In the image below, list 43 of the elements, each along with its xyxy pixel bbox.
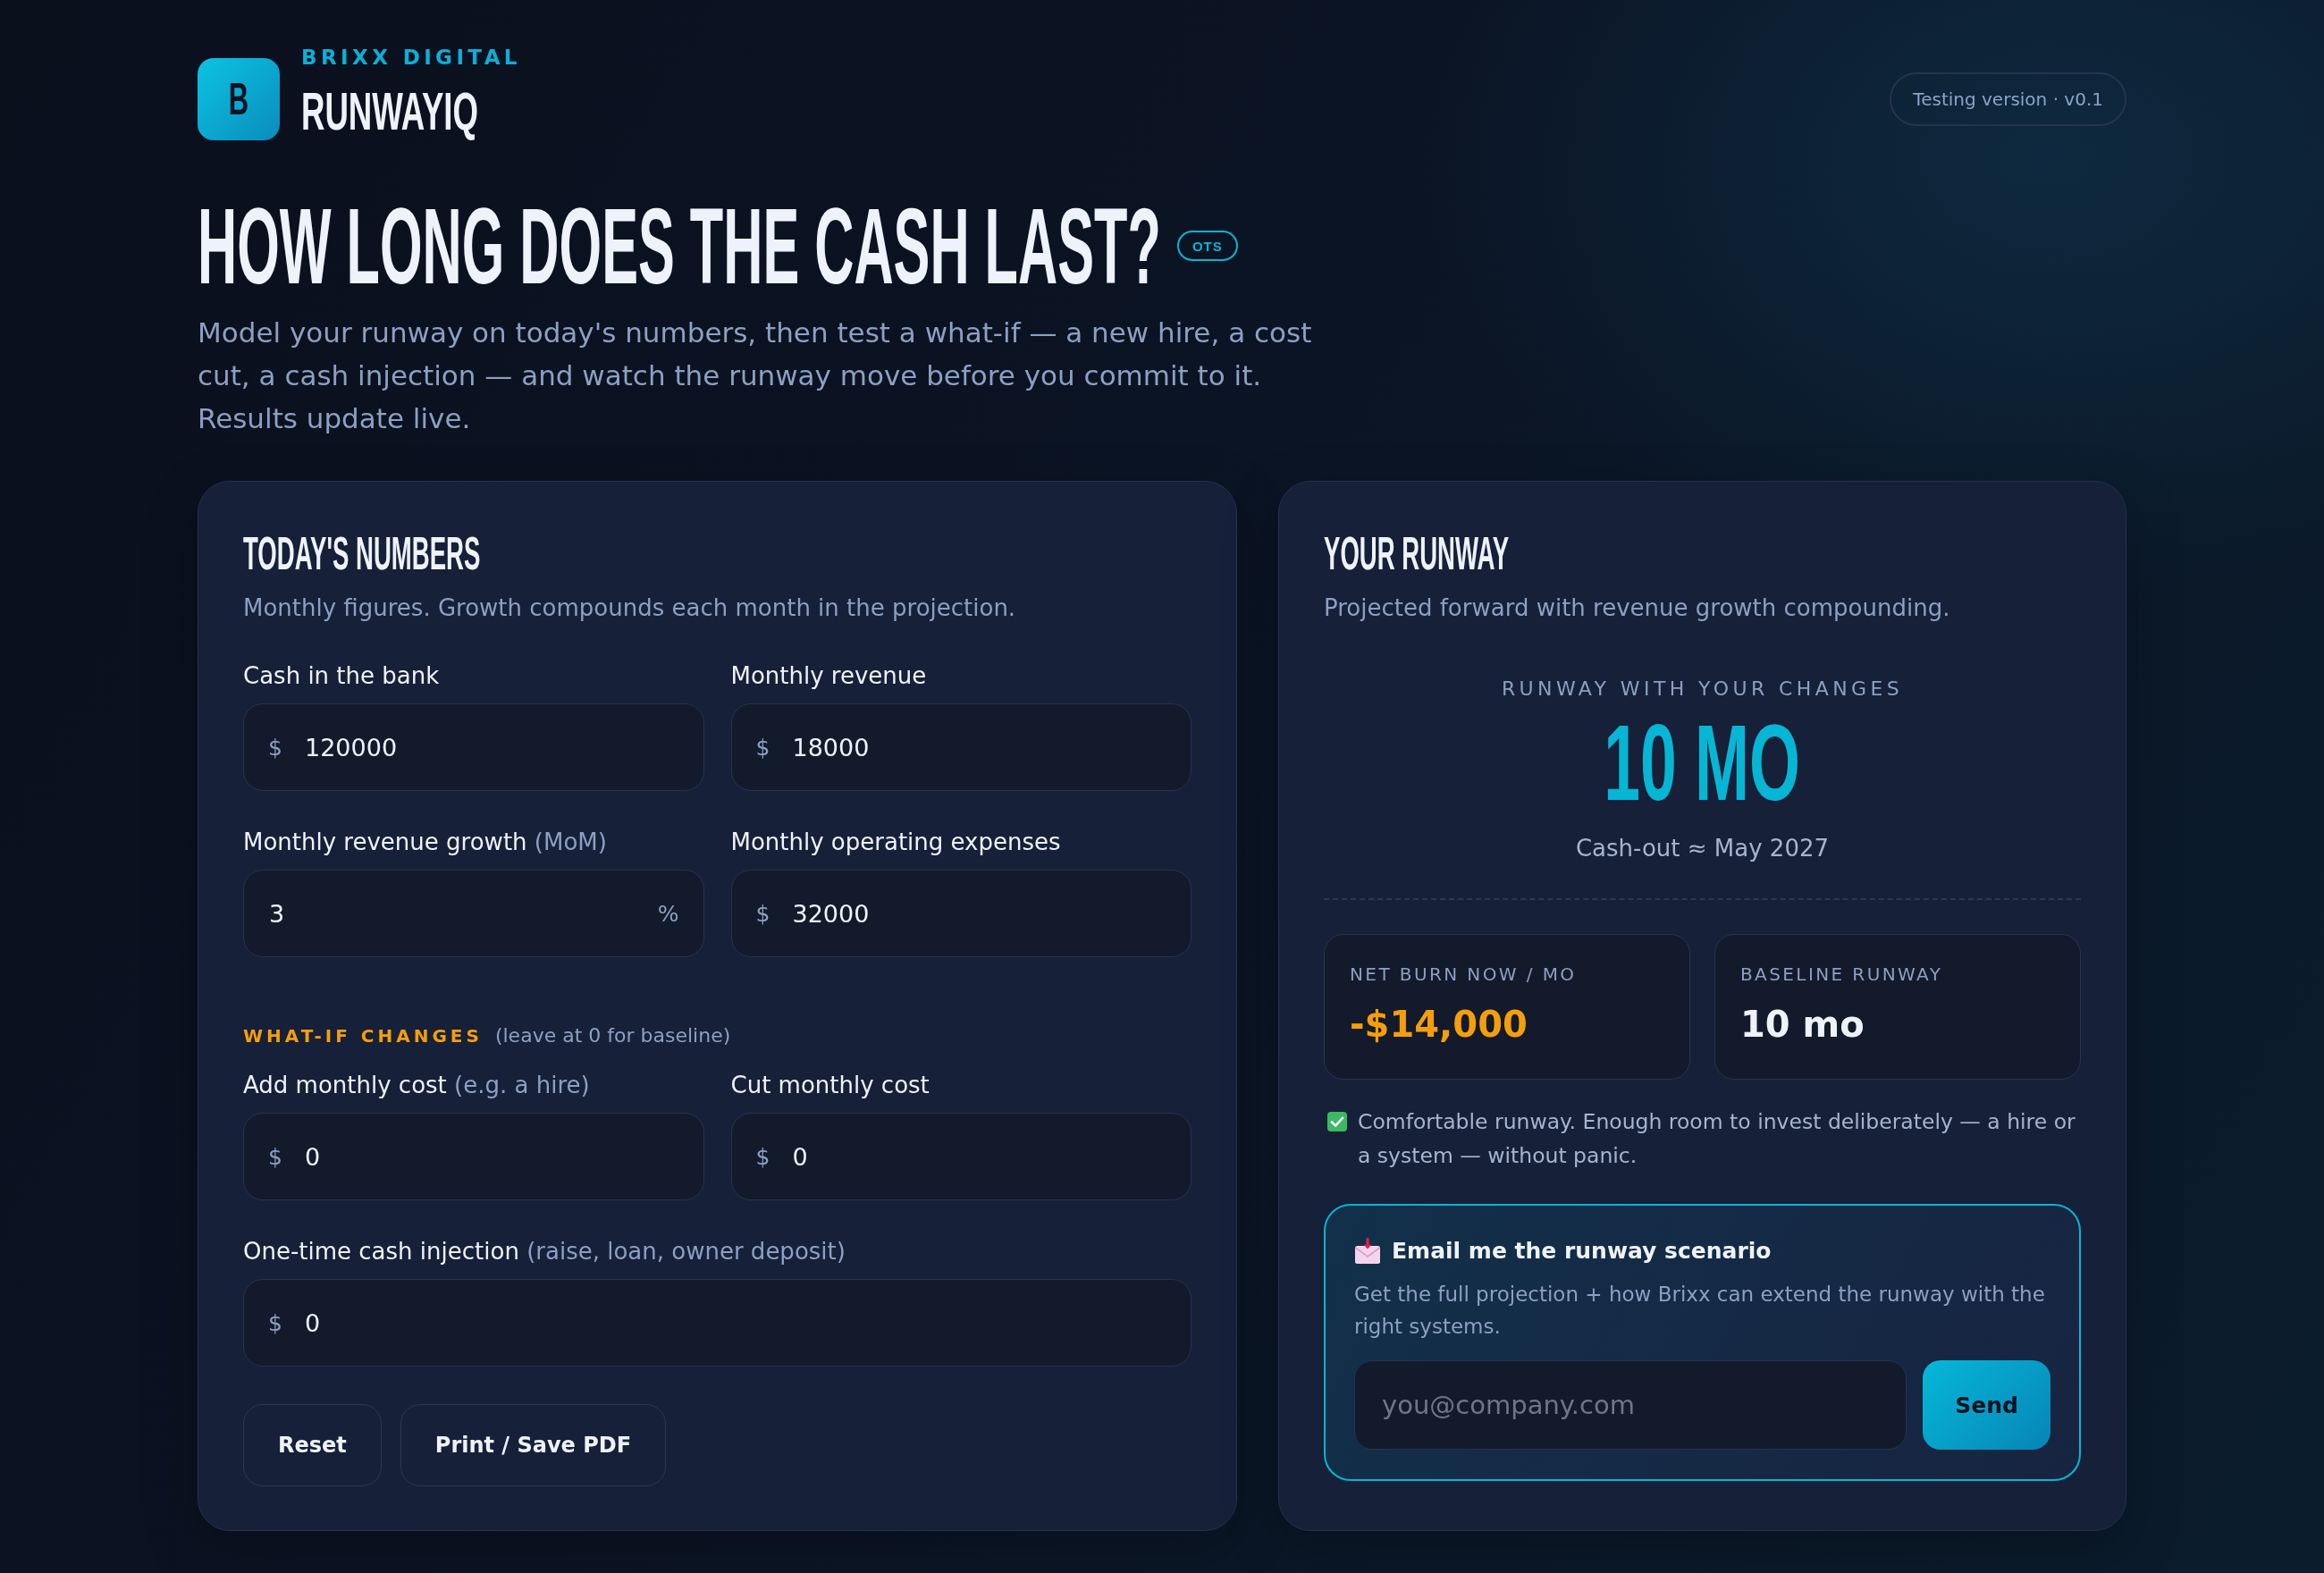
- unit-symbol: $: [755, 736, 770, 759]
- reset-button[interactable]: Reset: [243, 1404, 382, 1486]
- page-title: HOW LONG DOES THE CASH LAST?: [198, 192, 1161, 299]
- section-note: (leave at 0 for baseline): [494, 1023, 731, 1048]
- tag: OTS: [1176, 231, 1238, 261]
- stat-label: NET BURN NOW / MO: [1350, 963, 1577, 986]
- panel-title: TODAY'S NUMBERS: [243, 530, 481, 576]
- intro-text: Model your runway on today's numbers, then test a what-if — a new hire, a cost cut, a cash injection — and watch the runway move before you commit to it. Results update live.: [198, 315, 1313, 436]
- runway-label: RUNWAY WITH YOUR CHANGES: [1501, 677, 1904, 702]
- panel-title: YOUR RUNWAY: [1324, 530, 1510, 576]
- unit-symbol: $: [755, 1145, 770, 1168]
- product-name: RUNWAYIQ: [301, 83, 478, 140]
- check-icon: [1327, 1112, 1347, 1131]
- unit-symbol: $: [268, 1145, 282, 1168]
- field-label: Monthly operating expenses: [730, 828, 1062, 857]
- stat-label: BASELINE RUNWAY: [1740, 963, 1943, 986]
- field-label: Cash in the bank: [243, 661, 441, 691]
- field-label: Monthly revenue growth (MoM): [243, 828, 608, 857]
- status-message: Comfortable runway. Enough room to invest deliberately — a hire or a system — without panic.: [1358, 1108, 2076, 1170]
- unit-symbol: $: [755, 902, 770, 925]
- logo: B: [198, 58, 280, 140]
- unit-symbol: $: [268, 1311, 282, 1334]
- company-name: BRIXX DIGITAL: [301, 45, 522, 70]
- panel-subtitle: Projected forward with revenue growth compounding.: [1324, 593, 1951, 623]
- print-button[interactable]: Print / Save PDF: [400, 1404, 667, 1486]
- email-title: Email me the runway scenario: [1392, 1237, 1772, 1266]
- field-label: One-time cash injection (raise, loan, owner deposit): [243, 1237, 846, 1266]
- stat-value: 10 mo: [1740, 1003, 1865, 1046]
- unit-symbol: $: [268, 736, 282, 759]
- envelope-icon: [1354, 1238, 1381, 1265]
- field-label: Cut monthly cost: [730, 1071, 930, 1100]
- email-description: Get the full projection + how Brixx can extend the runway with the right systems.: [1354, 1282, 2046, 1340]
- send-button[interactable]: Send: [1923, 1360, 2050, 1450]
- version-badge: Testing version · v0.1: [1890, 72, 2126, 126]
- stat-value: -$14,000: [1350, 1003, 1528, 1046]
- field-label: Add monthly cost (e.g. a hire): [243, 1071, 591, 1100]
- runway-value: 10 MO: [1604, 709, 1801, 816]
- panel-subtitle: Monthly figures. Growth compounds each month in the projection.: [243, 593, 1017, 623]
- unit-symbol: %: [657, 902, 679, 925]
- email-field[interactable]: you@company.com: [1354, 1360, 1907, 1450]
- field-label: Monthly revenue: [730, 661, 928, 691]
- section-title: WHAT-IF CHANGES: [243, 1024, 483, 1048]
- cash-out-date: Cash-out ≈ May 2027: [1575, 834, 1830, 863]
